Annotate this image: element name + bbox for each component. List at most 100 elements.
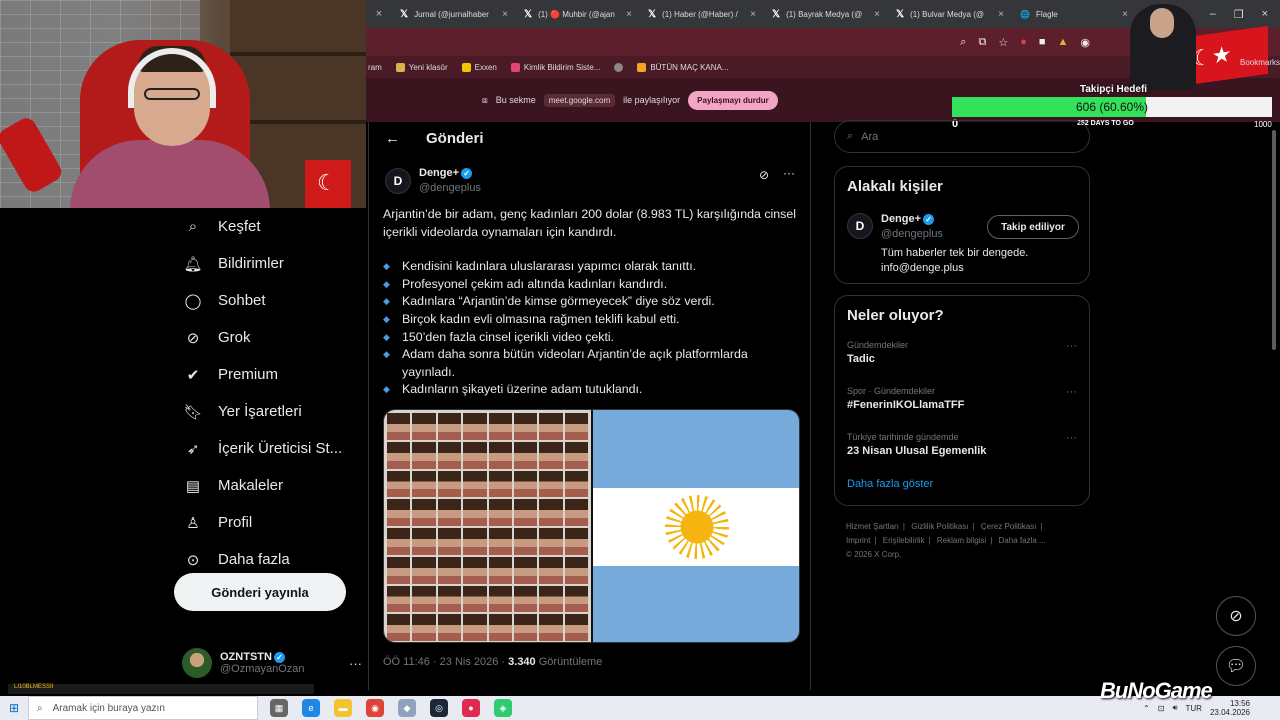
extension-icon[interactable]: ● <box>1020 36 1027 48</box>
nav-item-notifications[interactable]: 🔔︎ Bildirimler <box>176 245 366 282</box>
star-icon[interactable]: ☆ <box>998 36 1008 49</box>
nav-item-explore[interactable]: ⌕ Keşfet <box>176 208 366 245</box>
nav-item-premium[interactable]: ✔ Premium <box>176 356 366 393</box>
task-view-icon[interactable]: ▦ <box>270 699 288 717</box>
bookmark-item[interactable]: BÜTÜN MAÇ KANA... <box>637 62 729 72</box>
close-icon[interactable]: × <box>874 9 880 20</box>
bookmark-item[interactable]: ram <box>368 63 382 72</box>
nav-item-bookmarks[interactable]: 🔖︎ Yer İşaretleri <box>176 393 366 430</box>
post-timestamp[interactable]: ÖÖ 11:46 · 23 Nis 2026 · <box>383 656 508 668</box>
scrollbar[interactable] <box>1272 130 1276 350</box>
browser-tab[interactable]: 𝕏 (1) Bulvar Medya (@ × <box>888 0 1012 28</box>
view-count: 3.340 <box>508 656 536 668</box>
video-thumbnail <box>513 614 538 641</box>
author-handle[interactable]: @dengeplus <box>419 182 481 194</box>
more-icon[interactable]: ··· <box>1066 432 1077 444</box>
trends-card: Neler oluyor? Gündemdekiler Tadic ··· Sp… <box>834 295 1090 506</box>
back-arrow-icon[interactable]: ← <box>385 130 400 147</box>
post-intro: Arjantin’de bir adam, genç kadınları 200… <box>383 207 797 239</box>
footer-link[interactable]: Reklam bilgisi <box>937 536 986 545</box>
more-icon[interactable]: ··· <box>1066 340 1077 352</box>
folder-icon[interactable]: ▬ <box>334 699 352 717</box>
search-icon: ⌕ <box>847 130 854 142</box>
nav-item-creator-studio[interactable]: ➶ İçerik Üreticisi St... <box>176 430 366 467</box>
extension-icon[interactable]: ◉ <box>1080 36 1090 49</box>
taskbar-search[interactable]: ⌕ Aramak için buraya yazın <box>28 696 258 720</box>
browser-tab[interactable]: 𝕏 (1) Bayrak Medya (@ × <box>764 0 888 28</box>
browser-tab[interactable]: 𝕏 (1) Haber (@Haber) / × <box>640 0 764 28</box>
close-icon[interactable]: × <box>998 9 1004 20</box>
nav-item-chat[interactable]: ◯ Sohbet <box>176 282 366 319</box>
bookmark-item[interactable]: Yeni klasör <box>395 62 448 72</box>
more-icon[interactable]: ··· <box>1066 386 1077 398</box>
browser-tab-active[interactable]: 🌐 Flagle × <box>1012 0 1136 28</box>
author-avatar[interactable]: D <box>385 168 411 194</box>
premium-icon: ✔ <box>186 366 200 384</box>
footer-link[interactable]: Imprint <box>846 536 870 545</box>
trend-item[interactable]: Türkiye tarihinde gündemde 23 Nisan Ulus… <box>835 428 1089 474</box>
stop-sharing-button[interactable]: Paylaşmayı durdur <box>688 90 778 110</box>
windows-start-icon[interactable]: ⊞ <box>0 701 28 715</box>
nav-item-profile[interactable]: ♙ Profil <box>176 504 366 541</box>
following-button[interactable]: Takip ediliyor <box>987 215 1079 239</box>
network-icon[interactable]: ⊡ <box>1158 704 1165 713</box>
video-thumbnail <box>412 556 436 584</box>
close-icon[interactable]: × <box>502 9 508 20</box>
zoom-icon[interactable]: ⌕ <box>960 36 966 49</box>
diamond-icon: ◆ <box>383 278 390 289</box>
app-icon[interactable]: ◈ <box>494 699 512 717</box>
close-icon[interactable]: × <box>626 9 632 20</box>
edge-icon[interactable]: e <box>302 699 320 717</box>
footer-link[interactable]: Çerez Politikası <box>981 522 1037 531</box>
nav-item-articles[interactable]: ▤ Makaleler <box>176 467 366 504</box>
cast-icon[interactable]: ⧉ <box>978 36 986 49</box>
author-name[interactable]: Denge+ <box>419 167 459 179</box>
tab-label: (1) Haber (@Haber) / <box>662 9 738 19</box>
search-input[interactable]: ⌕ Ara <box>834 120 1090 153</box>
post-media[interactable] <box>383 409 800 643</box>
avatar[interactable]: D <box>847 213 873 239</box>
grok-fab-icon[interactable]: ⊘ <box>1216 596 1256 636</box>
language-indicator[interactable]: TUR <box>1186 704 1202 713</box>
footer-link[interactable]: Hizmet Şartları <box>846 522 899 531</box>
bookmark-item[interactable] <box>614 62 624 72</box>
trend-item[interactable]: Spor · Gündemdekiler #FenerinIKOLlamaTFF… <box>835 382 1089 428</box>
bookmark-item[interactable]: Exxen <box>461 62 497 72</box>
chevron-up-icon[interactable]: ⌃ <box>1143 704 1150 713</box>
messages-fab-icon[interactable]: 💬︎ <box>1216 646 1256 686</box>
video-thumbnail <box>437 528 462 555</box>
show-more-link[interactable]: Daha fazla göster <box>835 474 1089 502</box>
related-handle[interactable]: @dengeplus <box>881 228 943 240</box>
app-icon[interactable]: ● <box>462 699 480 717</box>
extension-icon[interactable]: ▲ <box>1058 36 1069 48</box>
tab-close-icon[interactable]: × <box>366 8 392 20</box>
video-thumbnail <box>513 413 538 440</box>
volume-icon[interactable]: 🔊︎ <box>1172 703 1177 713</box>
post-button[interactable]: Gönderi yayınla <box>174 573 346 611</box>
close-icon[interactable]: × <box>750 9 756 20</box>
more-icon[interactable]: ··· <box>783 166 795 180</box>
bookmark-item[interactable]: Kimlik Bildirim Siste... <box>510 62 600 72</box>
x-logo-icon: 𝕏 <box>896 8 905 20</box>
bookmark-label: Exxen <box>474 62 497 72</box>
more-icon[interactable]: ··· <box>349 656 362 671</box>
nav-item-grok[interactable]: ⊘ Grok <box>176 319 366 356</box>
more-circle-icon: ⊙ <box>186 551 200 569</box>
footer-link[interactable]: Daha fazla ... <box>999 536 1046 545</box>
browser-tab[interactable]: 𝕏 Jurnal (@jurnalhaber × <box>392 0 516 28</box>
nav-label: Bildirimler <box>218 255 284 272</box>
extension-icon[interactable]: ■ <box>1039 36 1046 48</box>
footer-link[interactable]: Erişilebilirlik <box>883 536 925 545</box>
related-name[interactable]: Denge+ <box>881 213 921 225</box>
steam-icon[interactable]: ◎ <box>430 699 448 717</box>
footer-link[interactable]: Gizlilik Politikası <box>911 522 968 531</box>
video-thumbnail <box>437 470 462 498</box>
account-switcher[interactable]: OZNTSTN ✓ @OzmayanOzan ··· <box>182 646 362 680</box>
trend-name: 23 Nisan Ulusal Egemenlik <box>847 445 987 457</box>
grok-icon[interactable]: ⊘ <box>759 168 769 182</box>
clock[interactable]: 13:56 23.04.2026 <box>1210 699 1250 717</box>
chrome-icon[interactable]: ◉ <box>366 699 384 717</box>
trend-item[interactable]: Gündemdekiler Tadic ··· <box>835 336 1089 382</box>
browser-tab[interactable]: 𝕏 (1) 🔴 Muhbir (@ajan × <box>516 0 640 28</box>
app-icon[interactable]: ◆ <box>398 699 416 717</box>
